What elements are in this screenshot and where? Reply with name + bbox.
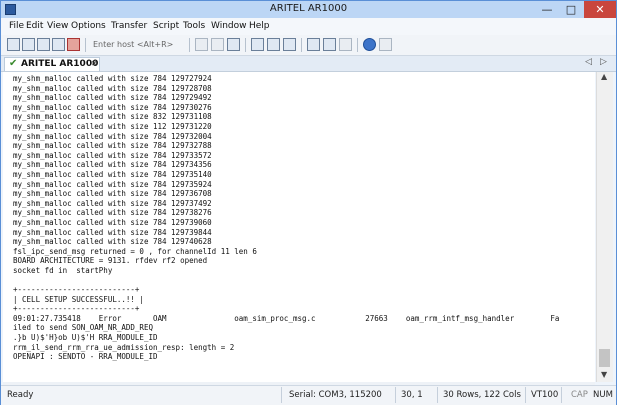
- toolbar-separator: [357, 38, 358, 52]
- status-bar: Ready Serial: COM3, 115200 30, 1 30 Rows…: [1, 385, 616, 405]
- toolbar-separator: [245, 38, 246, 52]
- maximize-button[interactable]: □: [560, 1, 582, 18]
- paste-icon[interactable]: [211, 38, 224, 51]
- status-divider: [281, 387, 282, 403]
- tab-next-icon[interactable]: ▷: [600, 57, 607, 67]
- menu-script[interactable]: Script: [153, 21, 179, 31]
- minimize-button[interactable]: —: [536, 1, 558, 18]
- host-input[interactable]: Enter host <Alt+R>: [91, 38, 185, 51]
- status-divider: [561, 387, 562, 403]
- global-options-icon[interactable]: [323, 38, 336, 51]
- status-size: 30 Rows, 122 Cols: [443, 390, 521, 400]
- tab-label: ARITEL AR1000: [21, 59, 99, 69]
- scroll-up-icon[interactable]: ▲: [601, 72, 607, 81]
- toolbar: Enter host <Alt+R>: [1, 35, 616, 56]
- status-divider: [525, 387, 526, 403]
- keymap-icon[interactable]: [339, 38, 352, 51]
- status-divider: [395, 387, 396, 403]
- menu-edit[interactable]: Edit: [26, 21, 43, 31]
- quick-connect-icon[interactable]: [22, 38, 35, 51]
- menu-window[interactable]: Window: [211, 21, 247, 31]
- scrollbar-thumb[interactable]: [599, 349, 610, 367]
- toolbar-separator: [85, 38, 86, 52]
- status-ready: Ready: [7, 390, 34, 400]
- status-emulation: VT100: [531, 390, 559, 400]
- scroll-down-icon[interactable]: ▼: [601, 370, 607, 379]
- toolbar-separator: [301, 38, 302, 52]
- connected-check-icon: ✔: [9, 58, 18, 69]
- help-icon[interactable]: [363, 38, 376, 51]
- terminal-window: ARITEL AR1000 — □ ✕ File Edit View Optio…: [0, 0, 617, 405]
- menu-file[interactable]: File: [9, 21, 24, 31]
- toolbar-separator: [189, 38, 190, 52]
- copy-icon[interactable]: [195, 38, 208, 51]
- close-tab-icon[interactable]: ✕: [91, 59, 98, 68]
- window-title: ARITEL AR1000: [269, 3, 348, 14]
- connect-icon[interactable]: [7, 38, 20, 51]
- reconnect-icon[interactable]: [52, 38, 65, 51]
- tab-prev-icon[interactable]: ◁: [585, 57, 592, 67]
- about-icon[interactable]: [379, 38, 392, 51]
- menu-bar: File Edit View Options Transfer Script T…: [1, 18, 616, 35]
- status-position: 30, 1: [401, 390, 423, 400]
- terminal-text: my_shm_malloc called with size 784 12972…: [13, 74, 560, 362]
- close-button[interactable]: ✕: [584, 1, 616, 18]
- connect-in-tab-icon[interactable]: [37, 38, 50, 51]
- status-serial: Serial: COM3, 115200: [289, 390, 382, 400]
- find-icon[interactable]: [227, 38, 240, 51]
- tab-aritel-ar1000[interactable]: ✔ ARITEL AR1000 ✕: [4, 57, 100, 71]
- status-num: NUM: [593, 390, 613, 400]
- menu-options[interactable]: Options: [71, 21, 106, 31]
- menu-help[interactable]: Help: [249, 21, 270, 31]
- menu-transfer[interactable]: Transfer: [111, 21, 147, 31]
- session-options-icon[interactable]: [307, 38, 320, 51]
- status-divider: [437, 387, 438, 403]
- title-bar: ARITEL AR1000 — □ ✕: [1, 1, 616, 18]
- tab-bar: ✔ ARITEL AR1000 ✕ ◁ ▷: [1, 56, 616, 72]
- menu-view[interactable]: View: [47, 21, 68, 31]
- terminal-output[interactable]: my_shm_malloc called with size 784 12972…: [3, 72, 595, 382]
- status-caps: CAP: [571, 390, 588, 400]
- print-setup-icon[interactable]: [283, 38, 296, 51]
- vertical-scrollbar[interactable]: ▲ ▼: [596, 72, 613, 382]
- print-preview-icon[interactable]: [267, 38, 280, 51]
- print-icon[interactable]: [251, 38, 264, 51]
- menu-tools[interactable]: Tools: [183, 21, 205, 31]
- disconnect-icon[interactable]: [67, 38, 80, 51]
